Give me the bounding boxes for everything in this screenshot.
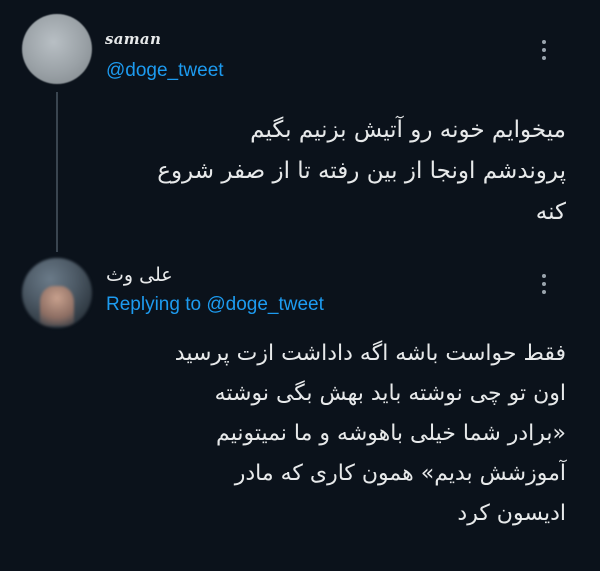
more-options-icon[interactable] — [542, 274, 548, 294]
dot — [542, 56, 546, 60]
tweet-text-line: فقط حواست باشه اگه داداشت ازت پرسید — [174, 341, 566, 366]
author-name[interactable]: علی وث — [106, 264, 173, 286]
avatar[interactable] — [22, 258, 92, 328]
dot — [542, 282, 546, 286]
tweet-text-line: «برادر شما خیلی باهوشه و ما نمیتونیم — [216, 421, 566, 446]
tweet-text: فقط حواست باشه اگه داداشت ازت پرسید اون … — [86, 334, 566, 534]
replying-to-label: Replying to — [106, 294, 202, 315]
replying-to-handle[interactable]: @doge_tweet — [206, 294, 324, 315]
dot — [542, 40, 546, 44]
tweet-text-line: کنه — [535, 199, 566, 225]
dot — [542, 48, 546, 52]
tweet-text-line: میخوایم خونه رو آتیش بزنیم بگیم — [250, 117, 566, 143]
tweet[interactable]: saman @doge_tweet میخوایم خونه رو آتیش ب… — [0, 0, 600, 252]
dot — [542, 274, 546, 278]
tweet-text-line: آموزشش بدیم» همون کاری که مادر — [234, 461, 566, 486]
avatar[interactable] — [22, 14, 92, 84]
replying-to: Replying to @doge_tweet — [106, 294, 324, 316]
tweet-text-line: پروندشم اونجا از بین رفته تا از صفر شروع — [157, 158, 566, 184]
tweet-text-line: ادیسون کرد — [457, 501, 566, 526]
author-name[interactable]: saman — [105, 30, 161, 48]
tweet-text-line: اون تو چی نوشته باید بهش بگی نوشته — [214, 381, 566, 406]
author-handle[interactable]: @doge_tweet — [106, 60, 224, 82]
tweet-text: میخوایم خونه رو آتیش بزنیم بگیم پروندشم … — [86, 110, 566, 233]
more-options-icon[interactable] — [542, 40, 548, 60]
dot — [542, 290, 546, 294]
thread-connector-line — [56, 92, 58, 252]
